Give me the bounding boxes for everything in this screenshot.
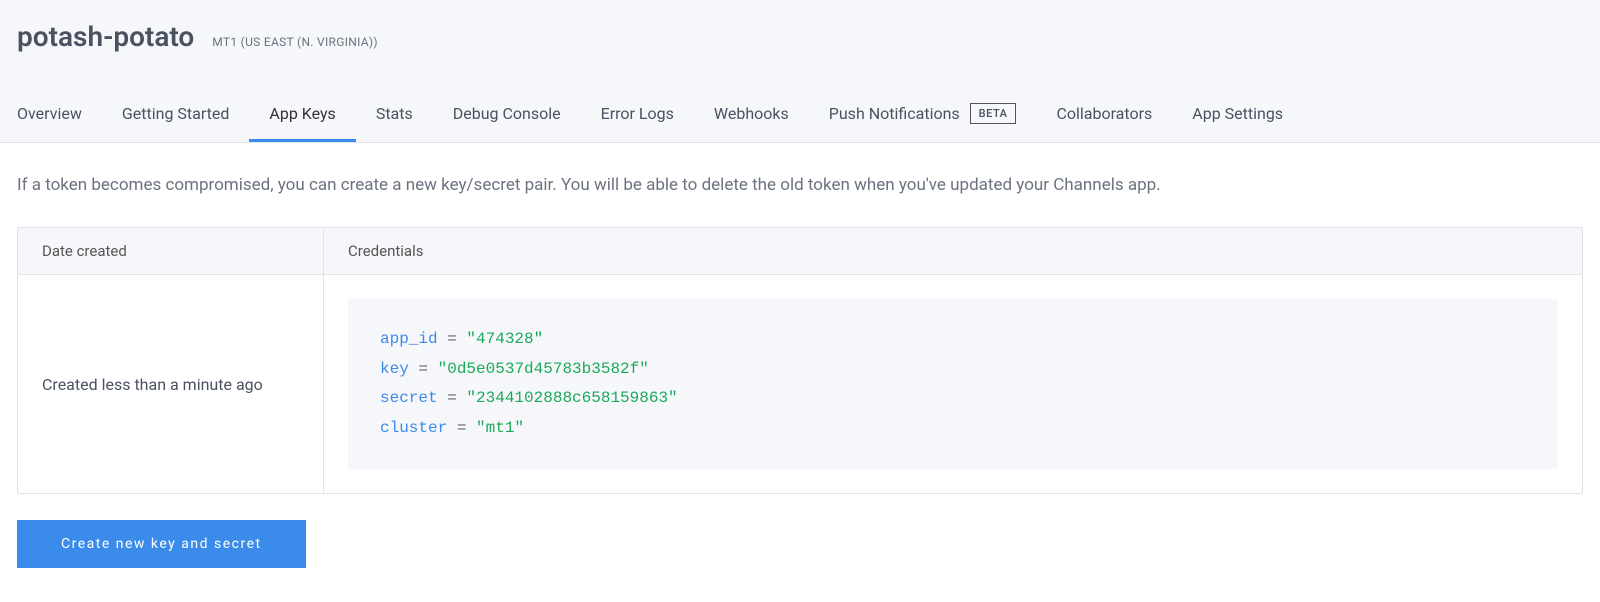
tab-label: Getting Started [122, 104, 230, 123]
code-key: app_id [380, 330, 438, 348]
code-eq: = [438, 330, 467, 348]
tab-stats[interactable]: Stats [356, 91, 433, 142]
beta-badge: BETA [970, 103, 1017, 124]
tab-app-keys[interactable]: App Keys [249, 91, 355, 142]
tab-push-notifications[interactable]: Push Notifications BETA [809, 91, 1037, 142]
table-header: Date created Credentials [18, 228, 1582, 275]
code-key: cluster [380, 419, 447, 437]
code-value: "2344102888c658159863" [466, 389, 677, 407]
info-text: If a token becomes compromised, you can … [17, 175, 1583, 195]
code-line-cluster: cluster = "mt1" [380, 414, 1526, 444]
code-key: secret [380, 389, 438, 407]
tab-collaborators[interactable]: Collaborators [1036, 91, 1172, 142]
create-key-button[interactable]: Create new key and secret [17, 520, 306, 568]
tab-label: Collaborators [1056, 104, 1152, 123]
tab-label: Webhooks [714, 104, 789, 123]
header-region: potash-potato MT1 (US EAST (N. VIRGINIA)… [0, 0, 1600, 143]
code-value: "474328" [466, 330, 543, 348]
tab-label: Push Notifications [829, 104, 960, 123]
tab-label: App Keys [269, 104, 335, 123]
table-header-credentials: Credentials [324, 228, 1582, 274]
tab-error-logs[interactable]: Error Logs [581, 91, 694, 142]
code-value: "0d5e0537d45783b3582f" [438, 360, 649, 378]
code-line-key: key = "0d5e0537d45783b3582f" [380, 355, 1526, 385]
app-title: potash-potato [17, 20, 194, 53]
keys-table: Date created Credentials Created less th… [17, 227, 1583, 494]
tab-label: Stats [376, 104, 413, 123]
tab-label: Debug Console [453, 104, 561, 123]
code-eq: = [438, 389, 467, 407]
code-line-app-id: app_id = "474328" [380, 325, 1526, 355]
content: If a token becomes compromised, you can … [0, 143, 1600, 600]
table-row: Created less than a minute ago app_id = … [18, 275, 1582, 493]
app-region-label: MT1 (US EAST (N. VIRGINIA)) [212, 35, 378, 49]
tab-overview[interactable]: Overview [17, 91, 102, 142]
tab-app-settings[interactable]: App Settings [1172, 91, 1303, 142]
code-line-secret: secret = "2344102888c658159863" [380, 384, 1526, 414]
tab-getting-started[interactable]: Getting Started [102, 91, 250, 142]
title-row: potash-potato MT1 (US EAST (N. VIRGINIA)… [17, 20, 1583, 53]
tab-webhooks[interactable]: Webhooks [694, 91, 809, 142]
table-cell-credentials: app_id = "474328" key = "0d5e0537d45783b… [324, 275, 1582, 493]
tabs: Overview Getting Started App Keys Stats … [17, 91, 1583, 142]
table-header-date: Date created [18, 228, 324, 274]
table-cell-date: Created less than a minute ago [18, 275, 324, 493]
tab-label: Error Logs [601, 104, 674, 123]
tab-label: App Settings [1192, 104, 1283, 123]
code-eq: = [409, 360, 438, 378]
tab-debug-console[interactable]: Debug Console [433, 91, 581, 142]
code-value: "mt1" [476, 419, 524, 437]
credentials-code-block: app_id = "474328" key = "0d5e0537d45783b… [348, 299, 1558, 469]
code-key: key [380, 360, 409, 378]
code-eq: = [447, 419, 476, 437]
tab-label: Overview [17, 104, 82, 123]
